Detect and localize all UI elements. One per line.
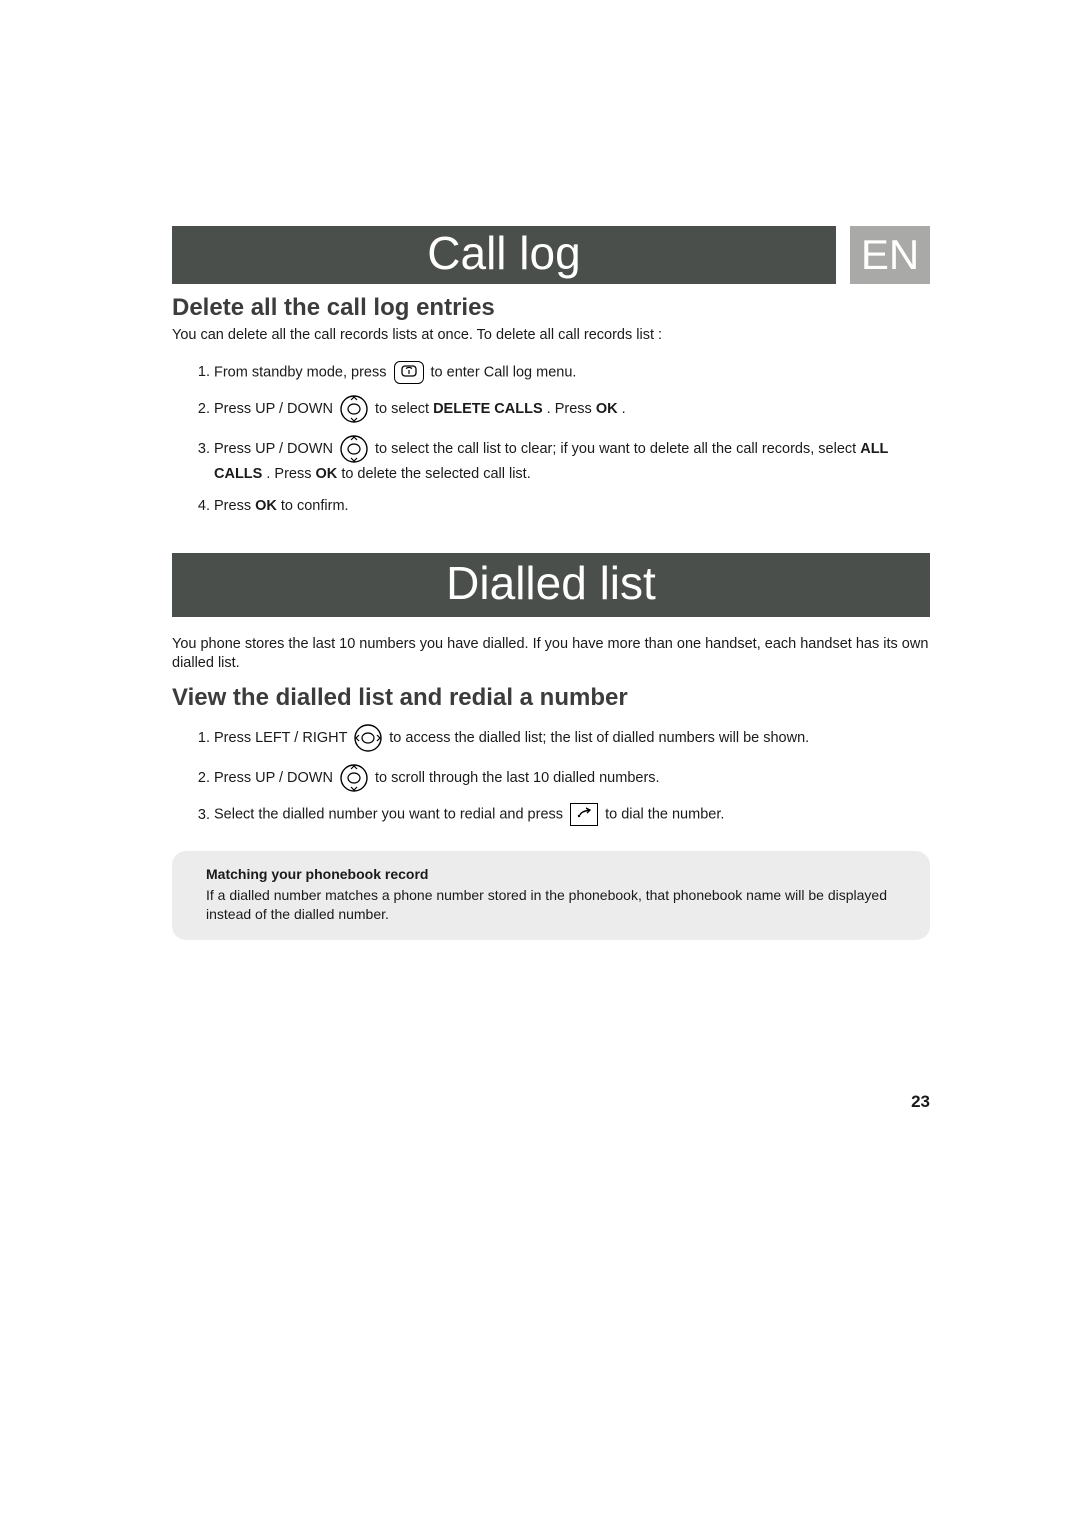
s2-step-1: Press LEFT / RIGHT to access the dialled… <box>214 718 930 758</box>
step4-text-b: to confirm. <box>281 498 349 514</box>
section2-steps: Press LEFT / RIGHT to access the dialled… <box>172 718 930 832</box>
nav-leftright-icon <box>353 723 383 753</box>
step-4: Press OK to confirm. <box>214 491 930 523</box>
step2-ok: OK <box>596 401 618 417</box>
step3-text-c: . Press <box>266 466 315 482</box>
step4-text-a: Press <box>214 498 255 514</box>
step4-ok: OK <box>255 498 277 514</box>
note-body: If a dialled number matches a phone numb… <box>206 887 887 922</box>
dial-key-icon <box>570 803 598 827</box>
step2-bold: DELETE CALLS <box>433 401 543 417</box>
nav-updown-icon <box>339 394 369 424</box>
s2step3-text-a: Select the dialled number you want to re… <box>214 807 567 823</box>
step3-ok: OK <box>316 466 338 482</box>
manual-page: Call log EN Delete all the call log entr… <box>0 0 1080 1528</box>
header-row: Call log EN <box>172 226 930 284</box>
section2-intro: You phone stores the last 10 numbers you… <box>172 635 930 674</box>
page-title-bar: Call log <box>172 226 836 284</box>
section-bar-dialled: Dialled list <box>172 553 930 617</box>
section-heading-view-dialled: View the dialled list and redial a numbe… <box>172 684 930 712</box>
nav-updown-icon <box>339 434 369 464</box>
step2-text-b: to select <box>375 401 433 417</box>
s2step1-text-a: Press LEFT / RIGHT <box>214 730 351 746</box>
s2step2-text-b: to scroll through the last 10 dialled nu… <box>375 770 660 786</box>
step3-text-a: Press UP / DOWN <box>214 441 337 457</box>
nav-updown-icon <box>339 763 369 793</box>
page-number: 23 <box>911 1092 930 1112</box>
note-box: Matching your phonebook record If a dial… <box>172 851 930 940</box>
call-log-key-icon <box>394 361 424 385</box>
step-2: Press UP / DOWN to select DELETE CALLS .… <box>214 389 930 429</box>
language-badge: EN <box>850 226 930 284</box>
s2step1-text-b: to access the dialled list; the list of … <box>389 730 809 746</box>
section1-steps: From standby mode, press to enter Call l… <box>172 356 930 523</box>
s2-step-3: Select the dialled number you want to re… <box>214 798 930 832</box>
step3-text-d: to delete the selected call list. <box>341 466 530 482</box>
note-title: Matching your phonebook record <box>206 865 910 884</box>
step1-text-a: From standby mode, press <box>214 364 391 380</box>
step3-text-b: to select the call list to clear; if you… <box>375 441 860 457</box>
section-heading-delete: Delete all the call log entries <box>172 294 930 322</box>
step2-text-c: . Press <box>547 401 596 417</box>
s2-step-2: Press UP / DOWN to scroll through the la… <box>214 758 930 798</box>
step-1: From standby mode, press to enter Call l… <box>214 356 930 390</box>
s2step2-text-a: Press UP / DOWN <box>214 770 337 786</box>
s2step3-text-b: to dial the number. <box>605 807 724 823</box>
step2-text-a: Press UP / DOWN <box>214 401 337 417</box>
section1-intro: You can delete all the call records list… <box>172 326 930 346</box>
step2-text-d: . <box>622 401 626 417</box>
step1-text-b: to enter Call log menu. <box>431 364 577 380</box>
step-3: Press UP / DOWN to select the call list … <box>214 429 930 491</box>
